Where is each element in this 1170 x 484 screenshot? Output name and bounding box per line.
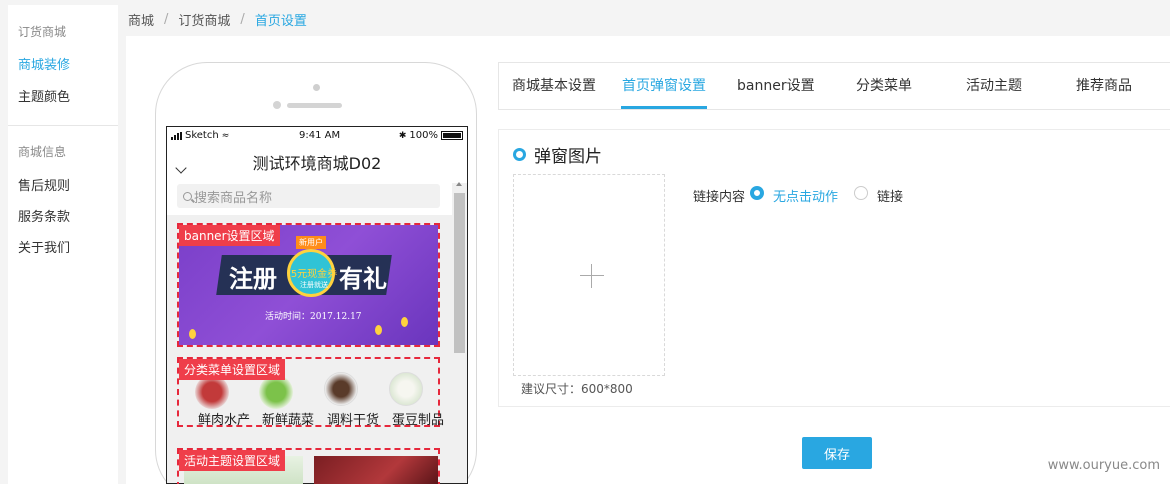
sidebar-item-mall-decoration[interactable]: 商城装修 <box>8 54 70 73</box>
coin-decoration <box>189 329 196 339</box>
sidebar-divider <box>8 125 118 126</box>
save-button[interactable]: 保存 <box>802 437 872 469</box>
sidebar-item-about[interactable]: 关于我们 <box>8 237 70 256</box>
breadcrumb-mall[interactable]: 商城 <box>128 10 154 29</box>
tab-popup-settings[interactable]: 首页弹窗设置 <box>622 63 706 109</box>
sidebar-item-after-sales[interactable]: 售后规则 <box>8 175 70 194</box>
plus-icon <box>580 275 604 276</box>
search-icon <box>183 191 192 201</box>
activity-zone[interactable]: 活动主题设置区域 <box>177 448 440 484</box>
sidebar-group-title-info: 商城信息 <box>18 145 67 159</box>
phone-sensor <box>273 101 281 109</box>
category-label[interactable]: 鲜肉水产 <box>198 409 250 428</box>
category-tofu-image <box>389 372 423 406</box>
plus-icon <box>591 264 592 288</box>
status-bar: Sketch ≈ 9:41 AM ✱ 100% <box>167 127 467 145</box>
coin-decoration <box>401 317 408 327</box>
breadcrumb-current: 首页设置 <box>254 14 307 29</box>
banner-right-text: 有礼 <box>339 264 387 293</box>
active-tab-indicator <box>621 106 707 109</box>
sidebar: 订货商城 商城装修 主题颜色 商城信息 售后规则 服务条款 关于我们 <box>8 5 118 484</box>
scroll-up-arrow-icon[interactable] <box>456 182 462 186</box>
battery-percent: 100% <box>409 130 438 141</box>
banner-zone-label: banner设置区域 <box>179 225 280 246</box>
popup-image-upload[interactable] <box>513 174 665 376</box>
activity-zone-label: 活动主题设置区域 <box>179 450 286 471</box>
tab-recommended-products[interactable]: 推荐商品 <box>1076 63 1132 109</box>
popup-title-text: 弹窗图片 <box>534 147 602 167</box>
banner-coupon-text: 5元现金券 <box>290 269 338 280</box>
radio-no-action-label[interactable]: 无点击动作 <box>773 186 838 205</box>
category-veg-image <box>259 375 293 409</box>
banner-date: 活动时间：2017.12.17 <box>265 312 362 322</box>
shop-title: 测试环境商城D02 <box>252 154 382 173</box>
banner-zone[interactable]: 注册 有礼 新用户 5元现金券 注册就送 活动时间：2017.12.17 ban… <box>177 223 440 347</box>
category-label[interactable]: 调料干货 <box>327 409 379 428</box>
phone-search-input[interactable]: 搜索商品名称 <box>177 184 440 208</box>
breadcrumb: 商城 / 订货商城 / 首页设置 <box>128 10 307 29</box>
settings-tabs: 商城基本设置 首页弹窗设置 banner设置 分类菜单 活动主题 推荐商品 <box>498 62 1170 110</box>
popup-section-title: 弹窗图片 <box>513 142 602 167</box>
breadcrumb-separator: / <box>240 12 245 27</box>
banner-badge: 新用户 <box>296 236 326 249</box>
category-label[interactable]: 新鲜蔬菜 <box>262 409 314 428</box>
category-seasoning-image <box>324 372 358 406</box>
search-placeholder: 搜索商品名称 <box>194 190 273 206</box>
size-hint: 建议尺寸：600*800 <box>521 382 633 396</box>
tab-activity-theme[interactable]: 活动主题 <box>966 63 1022 109</box>
bluetooth-icon: ✱ <box>398 130 407 141</box>
category-zone[interactable]: 分类菜单设置区域 鲜肉水产 新鲜蔬菜 调料干货 蛋豆制品 <box>177 357 444 428</box>
sidebar-item-terms[interactable]: 服务条款 <box>8 206 70 225</box>
breadcrumb-separator: / <box>164 12 169 27</box>
status-time: 9:41 AM <box>299 130 341 141</box>
category-zone-label: 分类菜单设置区域 <box>179 359 286 380</box>
signal-icon <box>171 131 182 140</box>
scrollbar-thumb[interactable] <box>454 193 465 353</box>
section-ring-icon <box>513 148 526 161</box>
link-content-label: 链接内容 <box>693 190 746 205</box>
sidebar-item-theme-color[interactable]: 主题颜色 <box>8 86 70 105</box>
battery: ✱ 100% <box>399 130 463 141</box>
banner-coupon: 5元现金券 注册就送 <box>287 265 341 290</box>
category-meat-image <box>195 375 229 409</box>
carrier-name: Sketch <box>185 130 219 141</box>
tab-category-menu[interactable]: 分类菜单 <box>856 63 912 109</box>
banner-left-text: 注册 <box>229 264 277 293</box>
radio-no-action[interactable] <box>750 186 764 200</box>
sidebar-group-title-mall: 订货商城 <box>18 25 67 39</box>
watermark: www.ouryue.com <box>1047 458 1160 473</box>
radio-link-label[interactable]: 链接 <box>877 186 903 205</box>
phone-camera <box>313 84 320 91</box>
carrier: Sketch ≈ <box>171 130 229 141</box>
coin-decoration <box>375 325 382 335</box>
tab-banner-settings[interactable]: banner设置 <box>737 63 815 109</box>
phone-speaker <box>287 103 342 108</box>
breadcrumb-order-mall[interactable]: 订货商城 <box>178 10 230 29</box>
radio-link[interactable] <box>854 186 868 200</box>
banner-coupon-sub: 注册就送 <box>300 281 328 289</box>
wifi-icon: ≈ <box>221 130 230 141</box>
battery-icon <box>441 131 463 140</box>
category-label[interactable]: 蛋豆制品 <box>392 409 444 428</box>
tab-basic-settings[interactable]: 商城基本设置 <box>512 63 596 109</box>
